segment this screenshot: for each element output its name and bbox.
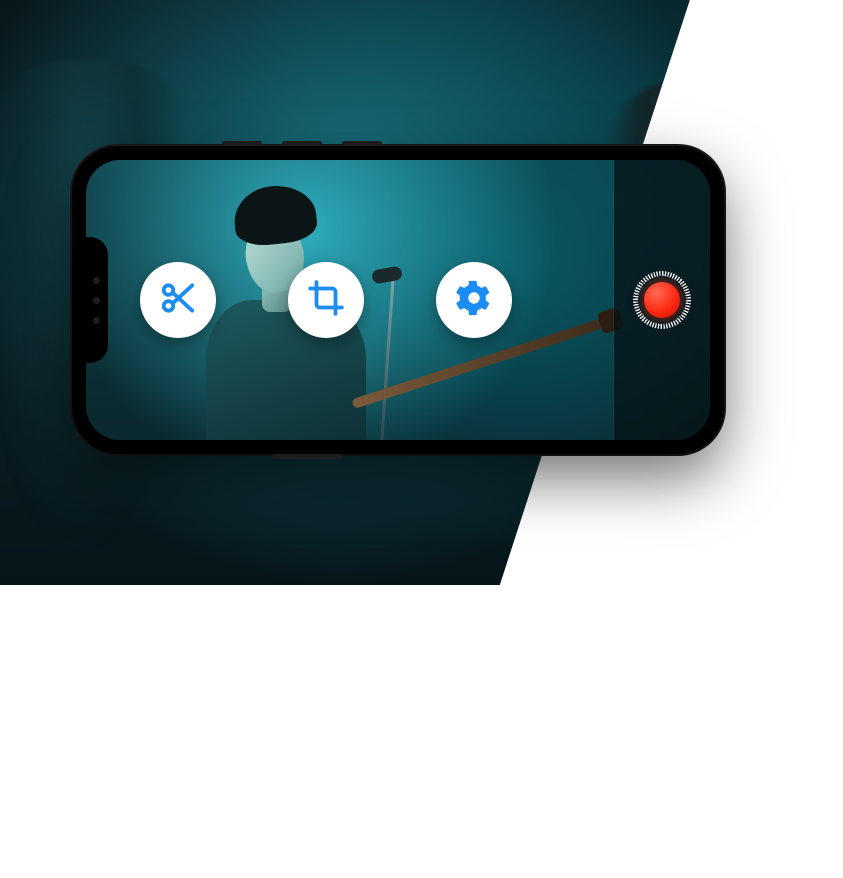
scissors-icon	[159, 279, 197, 322]
settings-button[interactable]	[436, 262, 512, 338]
phone-frame	[72, 146, 724, 454]
front-camera-icon	[93, 297, 100, 304]
crop-icon	[307, 279, 345, 322]
record-ring	[633, 271, 691, 329]
crop-button[interactable]	[288, 262, 364, 338]
capture-strip	[614, 160, 710, 440]
phone-notch	[86, 237, 108, 363]
cut-button[interactable]	[140, 262, 216, 338]
record-button[interactable]	[633, 271, 691, 329]
camera-viewfinder[interactable]	[86, 160, 710, 440]
action-row	[140, 262, 512, 338]
gear-icon	[455, 279, 493, 322]
